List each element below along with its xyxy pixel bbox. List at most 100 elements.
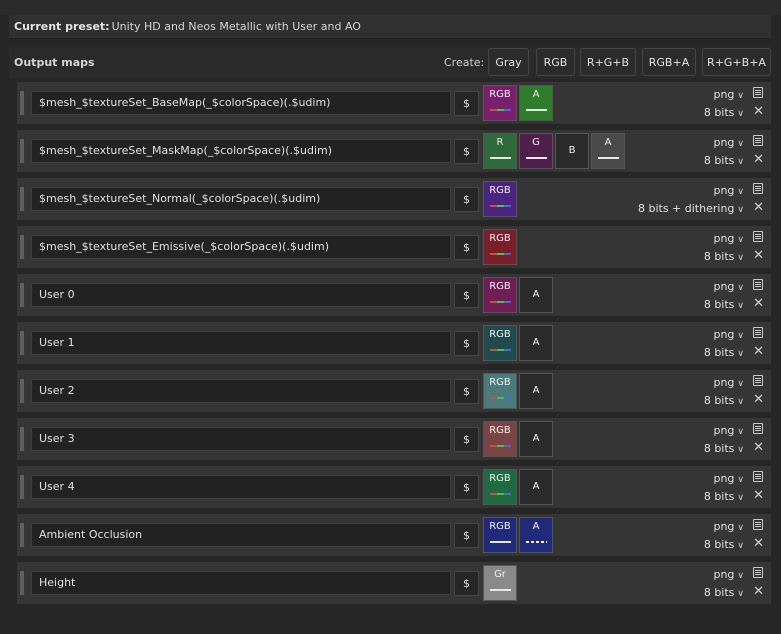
map-name-input[interactable]: $mesh_$textureSet_BaseMap(_$colorSpace)(… — [31, 91, 451, 115]
format-dropdown[interactable]: png ∨ — [713, 520, 744, 533]
insert-variable-button[interactable]: $ — [454, 139, 479, 164]
create-gray-button[interactable]: Gray — [488, 48, 529, 76]
format-dropdown[interactable]: png ∨ — [713, 568, 744, 581]
insert-variable-button[interactable]: $ — [454, 379, 479, 404]
close-icon[interactable]: ✕ — [753, 344, 764, 359]
close-icon[interactable]: ✕ — [753, 152, 764, 167]
insert-variable-button[interactable]: $ — [454, 283, 479, 308]
channel-slot[interactable]: A — [591, 133, 625, 169]
format-dropdown[interactable]: png ∨ — [713, 376, 744, 389]
bit-depth-dropdown[interactable]: 8 bits ∨ — [704, 250, 744, 263]
bit-depth-dropdown[interactable]: 8 bits ∨ — [704, 442, 744, 455]
channel-slot[interactable]: B — [555, 133, 589, 169]
channel-slot[interactable]: R — [483, 133, 517, 169]
channel-slot[interactable]: RGB — [483, 229, 517, 265]
close-icon[interactable]: ✕ — [753, 392, 764, 407]
create-rgb-button[interactable]: RGB — [536, 48, 575, 76]
file-settings-icon[interactable] — [753, 375, 763, 386]
bit-depth-dropdown[interactable]: 8 bits ∨ — [704, 346, 744, 359]
channel-slot[interactable]: RGB — [483, 469, 517, 505]
channel-slot[interactable]: RGB — [483, 421, 517, 457]
file-settings-icon[interactable] — [753, 423, 763, 434]
bit-depth-dropdown[interactable]: 8 bits ∨ — [704, 394, 744, 407]
map-name-input[interactable]: $mesh_$textureSet_Emissive(_$colorSpace)… — [31, 235, 451, 259]
insert-variable-button[interactable]: $ — [454, 235, 479, 260]
file-settings-icon[interactable] — [753, 87, 763, 98]
insert-variable-button[interactable]: $ — [454, 523, 479, 548]
channel-slot[interactable]: A — [519, 517, 553, 553]
channel-slot[interactable]: RGB — [483, 517, 517, 553]
close-icon[interactable]: ✕ — [753, 104, 764, 119]
insert-variable-button[interactable]: $ — [454, 187, 479, 212]
insert-variable-button[interactable]: $ — [454, 427, 479, 452]
insert-variable-button[interactable]: $ — [454, 91, 479, 116]
map-name-input[interactable]: Ambient Occlusion — [31, 523, 451, 547]
channel-slot[interactable]: A — [519, 469, 553, 505]
format-dropdown[interactable]: png ∨ — [713, 136, 744, 149]
bit-depth-dropdown[interactable]: 8 bits ∨ — [704, 154, 744, 167]
channel-slot[interactable]: A — [519, 421, 553, 457]
drag-handle[interactable] — [20, 91, 24, 115]
file-settings-icon[interactable] — [753, 279, 763, 290]
map-name-input[interactable]: $mesh_$textureSet_Normal(_$colorSpace)(.… — [31, 187, 451, 211]
insert-variable-button[interactable]: $ — [454, 571, 479, 596]
format-dropdown[interactable]: png ∨ — [713, 424, 744, 437]
channel-slot[interactable]: RGB — [483, 325, 517, 361]
map-name-input[interactable]: Height — [31, 571, 451, 595]
format-dropdown[interactable]: png ∨ — [713, 88, 744, 101]
channel-slot[interactable]: A — [519, 85, 553, 121]
channel-slot[interactable]: G — [519, 133, 553, 169]
drag-handle[interactable] — [20, 427, 24, 451]
map-name-input[interactable]: User 4 — [31, 475, 451, 499]
bit-depth-dropdown[interactable]: 8 bits ∨ — [704, 490, 744, 503]
channel-slot[interactable]: A — [519, 277, 553, 313]
channel-slot[interactable]: Gr — [483, 565, 517, 601]
drag-handle[interactable] — [20, 571, 24, 595]
drag-handle[interactable] — [20, 235, 24, 259]
drag-handle[interactable] — [20, 379, 24, 403]
file-settings-icon[interactable] — [753, 183, 763, 194]
file-settings-icon[interactable] — [753, 327, 763, 338]
file-settings-icon[interactable] — [753, 519, 763, 530]
map-name-input[interactable]: User 3 — [31, 427, 451, 451]
bit-depth-dropdown[interactable]: 8 bits + dithering ∨ — [638, 202, 744, 215]
bit-depth-dropdown[interactable]: 8 bits ∨ — [704, 586, 744, 599]
close-icon[interactable]: ✕ — [753, 200, 764, 215]
map-name-input[interactable]: $mesh_$textureSet_MaskMap(_$colorSpace)(… — [31, 139, 451, 163]
channel-slot[interactable]: A — [519, 373, 553, 409]
channel-slot[interactable]: RGB — [483, 181, 517, 217]
format-dropdown[interactable]: png ∨ — [713, 328, 744, 341]
file-settings-icon[interactable] — [753, 231, 763, 242]
close-icon[interactable]: ✕ — [753, 296, 764, 311]
close-icon[interactable]: ✕ — [753, 248, 764, 263]
close-icon[interactable]: ✕ — [753, 536, 764, 551]
format-dropdown[interactable]: png ∨ — [713, 280, 744, 293]
channel-slot[interactable]: RGB — [483, 85, 517, 121]
drag-handle[interactable] — [20, 475, 24, 499]
close-icon[interactable]: ✕ — [753, 584, 764, 599]
map-name-input[interactable]: User 0 — [31, 283, 451, 307]
channel-slot[interactable]: RGB — [483, 277, 517, 313]
channel-slot[interactable]: A — [519, 325, 553, 361]
file-settings-icon[interactable] — [753, 135, 763, 146]
file-settings-icon[interactable] — [753, 567, 763, 578]
bit-depth-dropdown[interactable]: 8 bits ∨ — [704, 106, 744, 119]
drag-handle[interactable] — [20, 331, 24, 355]
drag-handle[interactable] — [20, 187, 24, 211]
create-rgb-a-button[interactable]: RGB+A — [642, 48, 696, 76]
drag-handle[interactable] — [20, 139, 24, 163]
insert-variable-button[interactable]: $ — [454, 331, 479, 356]
bit-depth-dropdown[interactable]: 8 bits ∨ — [704, 538, 744, 551]
drag-handle[interactable] — [20, 283, 24, 307]
channel-slot[interactable]: RGB — [483, 373, 517, 409]
file-settings-icon[interactable] — [753, 471, 763, 482]
format-dropdown[interactable]: png ∨ — [713, 472, 744, 485]
drag-handle[interactable] — [20, 523, 24, 547]
map-name-input[interactable]: User 1 — [31, 331, 451, 355]
map-name-input[interactable]: User 2 — [31, 379, 451, 403]
close-icon[interactable]: ✕ — [753, 488, 764, 503]
create-r-g-b-a-button[interactable]: R+G+B+A — [702, 48, 771, 76]
format-dropdown[interactable]: png ∨ — [713, 232, 744, 245]
format-dropdown[interactable]: png ∨ — [713, 184, 744, 197]
insert-variable-button[interactable]: $ — [454, 475, 479, 500]
